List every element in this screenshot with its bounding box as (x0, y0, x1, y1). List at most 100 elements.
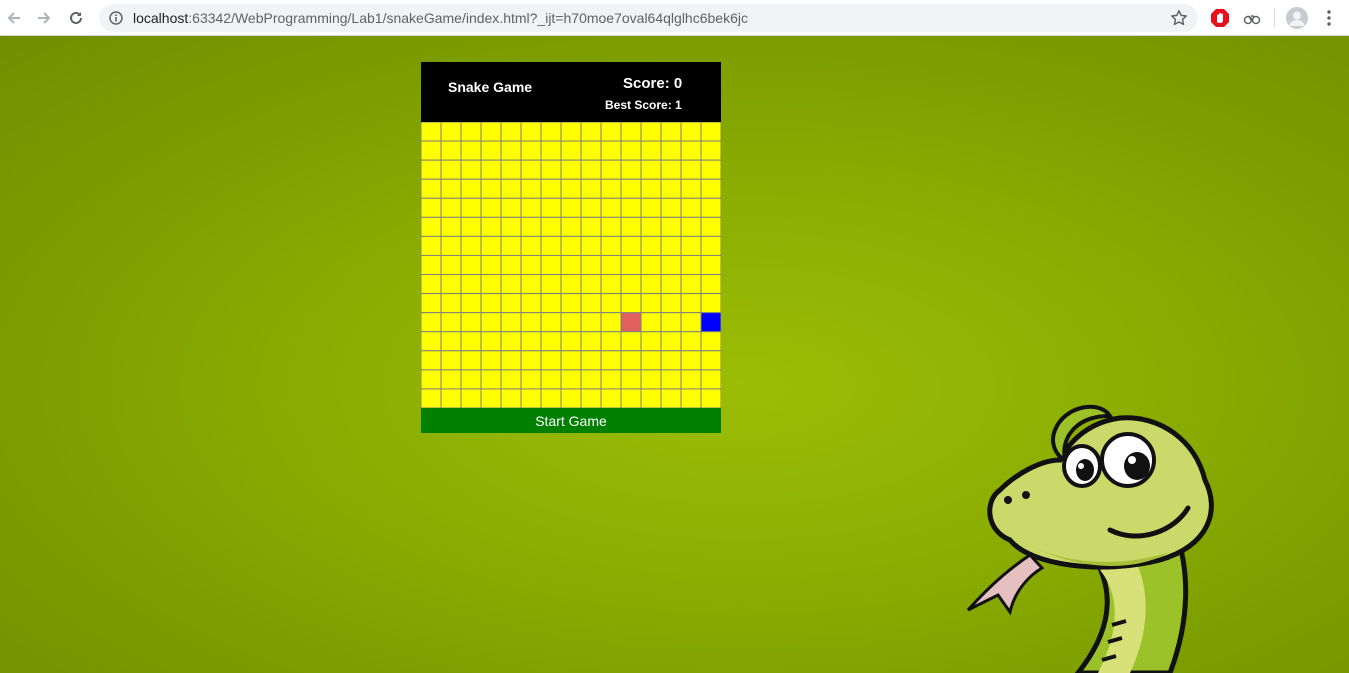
board-cell (600, 197, 622, 218)
board-cell (421, 140, 442, 161)
board-cell (580, 197, 602, 218)
board-cell (421, 388, 442, 408)
board-cell (580, 293, 602, 314)
board-cell (680, 350, 702, 371)
board-cell (480, 293, 502, 314)
board-cell (520, 331, 542, 352)
board-cell (560, 331, 582, 352)
extension-icon[interactable] (1242, 8, 1262, 28)
board-cell (580, 254, 602, 276)
board-cell (560, 388, 582, 408)
board-cell (440, 312, 462, 333)
board-cell (600, 388, 622, 408)
board-cell (421, 312, 442, 333)
game-header: Snake Game Score: 0 Best Score: 1 (421, 62, 721, 122)
board-cell (500, 178, 522, 199)
board-cell (560, 254, 582, 276)
board-cell (680, 140, 702, 161)
reload-icon (70, 11, 82, 24)
board-cell (560, 274, 582, 295)
board-cell (460, 254, 482, 276)
board-cell (520, 293, 542, 314)
board-cell (440, 178, 462, 199)
board-cell (660, 235, 682, 256)
board-cell (440, 274, 462, 295)
forward-button[interactable] (32, 6, 56, 30)
board-cell (700, 293, 721, 314)
board-cell (421, 254, 442, 276)
board-cell (540, 388, 562, 408)
board-cell (460, 122, 482, 142)
board-cell (560, 140, 582, 161)
board-cell (540, 331, 562, 352)
board-cell (600, 140, 622, 161)
snake-game: Snake Game Score: 0 Best Score: 1 Start … (421, 62, 721, 433)
board-cell (520, 235, 542, 256)
game-board[interactable] (421, 122, 721, 408)
board-cell (640, 140, 662, 161)
board-cell (680, 254, 702, 276)
board-cell (460, 331, 482, 352)
board-cell (480, 178, 502, 199)
board-cell (460, 293, 482, 314)
board-cell (660, 350, 682, 371)
board-cell (640, 178, 662, 199)
back-button[interactable] (2, 6, 26, 30)
board-cell (480, 122, 502, 142)
board-cell (480, 140, 502, 161)
board-cell (440, 254, 462, 276)
board-cell (660, 159, 682, 180)
star-icon[interactable] (1170, 9, 1188, 27)
board-cell (700, 235, 721, 256)
board-cell (640, 350, 662, 371)
board-cell (520, 197, 542, 218)
board-cell (640, 293, 662, 314)
reload-button[interactable] (64, 6, 88, 30)
board-cell (421, 369, 442, 390)
menu-icon[interactable] (1321, 9, 1337, 27)
board-cell (620, 178, 642, 199)
board-cell (540, 140, 562, 161)
board-cell (500, 122, 522, 142)
board-cell (660, 216, 682, 237)
board-cell (640, 254, 662, 276)
board-cell (460, 274, 482, 295)
avatar-button[interactable] (1286, 7, 1308, 29)
page-background: Snake Game Score: 0 Best Score: 1 Start … (0, 36, 1349, 673)
board-cell (520, 159, 542, 180)
board-cell (560, 216, 582, 237)
board-cell (700, 178, 721, 199)
board-cell (660, 293, 682, 314)
adblock-icon[interactable] (1210, 8, 1230, 28)
board-cell (500, 159, 522, 180)
board-cell (460, 159, 482, 180)
board-cell (520, 350, 542, 371)
board-cell (680, 312, 702, 333)
board-cell (500, 235, 522, 256)
board-cell (540, 216, 562, 237)
board-cell (500, 274, 522, 295)
board-cell (700, 197, 721, 218)
board-cell (440, 159, 462, 180)
back-icon (7, 12, 20, 24)
start-game-button[interactable]: Start Game (421, 408, 721, 433)
board-cell (421, 122, 442, 142)
board-cell (440, 293, 462, 314)
board-cell (580, 312, 602, 333)
board-cell (680, 159, 702, 180)
url-text[interactable]: localhost:63342/WebProgramming/Lab1/snak… (133, 10, 748, 26)
board-cell (421, 159, 442, 180)
board-cell (540, 312, 562, 333)
info-icon[interactable] (109, 11, 123, 25)
board-cell (580, 350, 602, 371)
board-cell (580, 369, 602, 390)
snake-head-cell (700, 312, 721, 333)
board-cell (600, 122, 622, 142)
board-cell (660, 312, 682, 333)
address-bar[interactable]: localhost:63342/WebProgramming/Lab1/snak… (99, 4, 1198, 32)
board-cell (500, 369, 522, 390)
board-cell (700, 159, 721, 180)
board-cell (600, 274, 622, 295)
board-cell (540, 197, 562, 218)
board-cell (660, 140, 682, 161)
